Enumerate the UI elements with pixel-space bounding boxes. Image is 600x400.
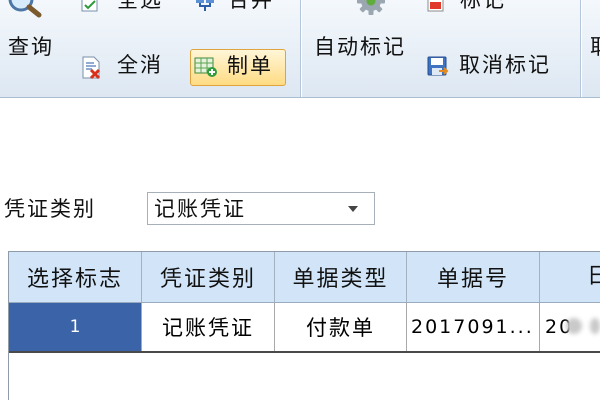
- query-label: 查询: [8, 35, 54, 59]
- unmark-icon: [427, 56, 449, 76]
- column-header-select-flag[interactable]: 选择标志: [9, 252, 142, 302]
- query-button[interactable]: 查询: [2, 0, 62, 62]
- make-voucher-icon: [194, 57, 217, 77]
- unmark-label: 取消标记: [459, 53, 551, 77]
- more-toolbar-button[interactable]: 取: [586, 30, 600, 64]
- unmark-button[interactable]: 取消标记: [422, 52, 562, 82]
- merge-icon-join: [199, 3, 211, 11]
- unmark-icon-label: [431, 58, 443, 65]
- voucher-type-select[interactable]: 记账凭证: [147, 192, 375, 225]
- select-all-button[interactable]: 全选: [76, 0, 168, 12]
- search-icon: [8, 0, 42, 18]
- cell-voucher-type[interactable]: 记账凭证: [142, 303, 275, 351]
- mark-icon: [427, 0, 444, 12]
- cell-date[interactable]: 20: [540, 303, 600, 351]
- merge-button[interactable]: 合并: [190, 0, 286, 12]
- cell-doc-type[interactable]: 付款单: [275, 303, 407, 351]
- deselect-all-label: 全消: [117, 53, 163, 77]
- gear-icon: [357, 0, 385, 15]
- mark-icon-flag: [430, 2, 441, 9]
- grid-header-row: 选择标志 凭证类别 单据类型 单据号 日: [9, 251, 600, 303]
- make-voucher-button[interactable]: 制单: [190, 49, 286, 86]
- toolbar-separator: [300, 0, 301, 97]
- toolbar-separator: [580, 0, 581, 97]
- merge-icon-left: [196, 0, 204, 3]
- select-all-label: 全选: [117, 0, 163, 12]
- merge-label: 合并: [228, 0, 274, 12]
- column-header-voucher-type[interactable]: 凭证类别: [142, 252, 275, 302]
- toolbar: 查询 全选 全消 合并 制单 自动标记 标记 取消标记: [0, 0, 600, 98]
- search-icon-handle: [26, 4, 42, 18]
- select-all-icon: [81, 0, 98, 12]
- deselect-all-icon: [82, 56, 101, 80]
- redacted-blur: [590, 318, 600, 334]
- column-header-date[interactable]: 日: [540, 252, 600, 302]
- voucher-grid: 选择标志 凭证类别 单据类型 单据号 日 1 记账凭证 付款单 2017091.…: [8, 251, 600, 400]
- cell-select-flag[interactable]: 1: [9, 303, 142, 351]
- voucher-type-value: 记账凭证: [154, 197, 246, 221]
- voucher-type-label: 凭证类别: [4, 197, 96, 221]
- column-header-date-label: 日: [587, 265, 600, 289]
- table-row[interactable]: 1 记账凭证 付款单 2017091... 20: [9, 303, 600, 353]
- cell-doc-no[interactable]: 2017091...: [407, 303, 540, 351]
- merge-icon-right: [206, 0, 214, 3]
- auto-mark-button[interactable]: 自动标记: [308, 0, 414, 62]
- column-header-doc-type[interactable]: 单据类型: [275, 252, 407, 302]
- make-voucher-label: 制单: [227, 54, 273, 78]
- more-toolbar-label: 取: [590, 35, 600, 59]
- chevron-down-icon[interactable]: [348, 206, 358, 212]
- deselect-all-button[interactable]: 全消: [76, 52, 168, 82]
- mark-label: 标记: [460, 0, 506, 12]
- merge-icon: [196, 0, 214, 11]
- mark-button[interactable]: 标记: [422, 0, 562, 12]
- column-header-doc-no[interactable]: 单据号: [407, 252, 540, 302]
- redacted-blur: [566, 318, 582, 334]
- chevron-down-shape: [348, 206, 358, 212]
- auto-mark-label: 自动标记: [314, 35, 406, 59]
